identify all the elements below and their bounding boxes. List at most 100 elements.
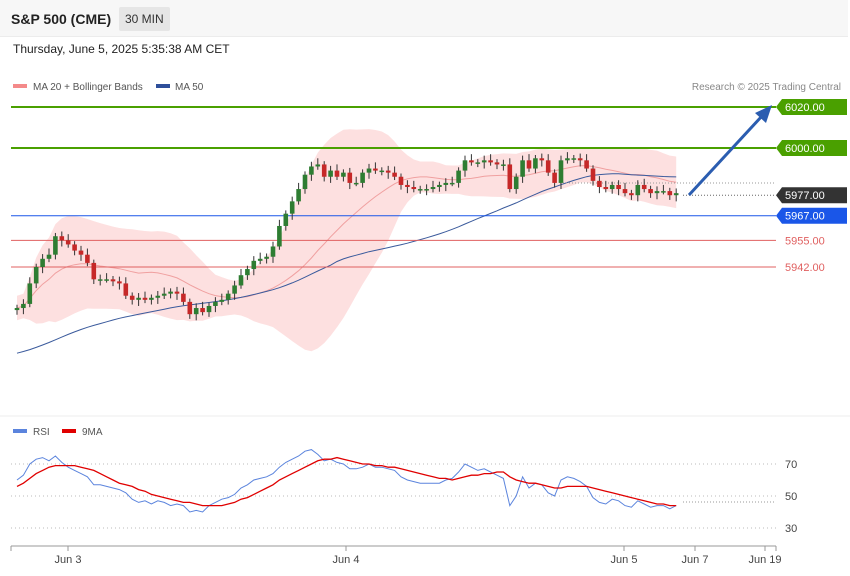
rsi-lines <box>16 449 677 513</box>
candle-body <box>635 184 641 196</box>
legend-swatch-9ma <box>62 429 76 433</box>
candle-body <box>539 158 545 161</box>
rsi-tick-label: 50 <box>785 491 797 503</box>
candle-body <box>417 189 423 191</box>
candle-body <box>629 193 634 196</box>
candle-body <box>385 170 391 173</box>
candle-body <box>622 189 628 194</box>
rsi-tick-label: 30 <box>785 523 797 535</box>
candle-body <box>673 193 679 196</box>
candle-body <box>155 295 161 298</box>
candle-body <box>443 182 449 185</box>
candle-body <box>494 162 500 165</box>
candle-body <box>411 187 417 190</box>
rsi-legend: RSI 9MA <box>13 427 103 438</box>
candle-body <box>149 297 154 300</box>
candle-body <box>520 160 525 177</box>
rsi-grid: 70 50 30 <box>11 459 797 535</box>
main-legend: MA 20 + Bollinger Bands MA 50 <box>13 82 204 93</box>
candle-body <box>91 262 97 280</box>
candle-body <box>289 201 295 214</box>
candle-body <box>616 184 621 190</box>
candle-body <box>609 184 615 190</box>
candle-body <box>225 293 231 300</box>
candle-body <box>597 180 602 187</box>
candle-body <box>379 170 385 173</box>
candle-body <box>577 158 583 161</box>
candle-body <box>264 256 269 259</box>
level-label-support: 5955.00 <box>785 235 825 247</box>
candle-body <box>72 244 77 251</box>
candle-body <box>129 295 135 300</box>
candle-body <box>270 246 276 257</box>
candle-body <box>302 174 308 190</box>
candle-body <box>366 168 372 173</box>
legend-swatch-ma20 <box>13 84 27 88</box>
candle-body <box>661 191 666 193</box>
legend-swatch-rsi <box>13 429 27 433</box>
candle-body <box>437 184 442 187</box>
candle-body <box>78 250 84 255</box>
candle-body <box>33 267 39 284</box>
candle-body <box>174 291 180 294</box>
candle-body <box>283 213 289 226</box>
candle-body <box>475 162 481 164</box>
candle-body <box>481 160 487 163</box>
candle-body <box>40 258 45 267</box>
candle-body <box>507 164 513 190</box>
candle-body <box>565 158 570 161</box>
level-label-resistance: 6000.00 <box>785 143 825 155</box>
candle <box>277 219 282 250</box>
candle-body <box>65 240 71 245</box>
price-chart: MA 20 + Bollinger Bands MA 50 Research ©… <box>0 82 850 566</box>
candle-body <box>219 299 225 302</box>
candle-body <box>21 303 26 309</box>
candle-body <box>200 308 205 313</box>
candle-body <box>46 254 52 259</box>
x-axis: Jun 3 Jun 4 Jun 5 Jun 7 Jun 19 <box>10 545 782 566</box>
level-label-current: 5977.00 <box>785 190 825 202</box>
candle-body <box>315 164 321 167</box>
candle-body <box>558 160 564 183</box>
candle-body <box>110 279 116 282</box>
candle-body <box>309 166 314 175</box>
research-credit: Research © 2025 Trading Central <box>692 82 841 93</box>
x-tick-label: Jun 3 <box>55 554 82 566</box>
candle-body <box>193 308 199 315</box>
candle-body <box>245 269 250 276</box>
candle-body <box>405 184 410 187</box>
candle-body <box>430 187 436 190</box>
candle-body <box>392 172 397 177</box>
candle-body <box>328 170 333 177</box>
candle-body <box>424 189 429 191</box>
candle-body <box>590 168 596 181</box>
candle-body <box>97 279 103 281</box>
candle-body <box>161 293 167 296</box>
candle-body <box>667 191 673 196</box>
candle-body <box>85 254 90 263</box>
candle-body <box>584 160 589 169</box>
candle-body <box>603 187 609 190</box>
candle-body <box>449 182 455 185</box>
candle-body <box>513 176 519 190</box>
candle-body <box>501 164 506 166</box>
candle-body <box>353 182 359 185</box>
candle-body <box>187 301 193 315</box>
candle-body <box>181 293 186 302</box>
candle-body <box>488 160 493 163</box>
legend-label-rsi: RSI <box>33 427 50 438</box>
candle-body <box>654 191 660 194</box>
candle-body <box>53 236 58 255</box>
target-arrow <box>687 105 772 197</box>
level-label-pivot: 5967.00 <box>785 211 825 223</box>
legend-label-9ma: 9MA <box>82 427 103 438</box>
candle-body <box>334 170 340 177</box>
candle-body <box>232 285 237 294</box>
legend-swatch-ma50 <box>156 84 170 88</box>
candle-body <box>257 258 263 261</box>
candle-body <box>104 279 109 281</box>
candle-body <box>277 225 282 247</box>
candle-body <box>641 184 647 190</box>
candle-body <box>142 297 148 300</box>
chart-page: S&P 500 (CME) 30 MIN Thursday, June 5, 2… <box>0 0 850 576</box>
